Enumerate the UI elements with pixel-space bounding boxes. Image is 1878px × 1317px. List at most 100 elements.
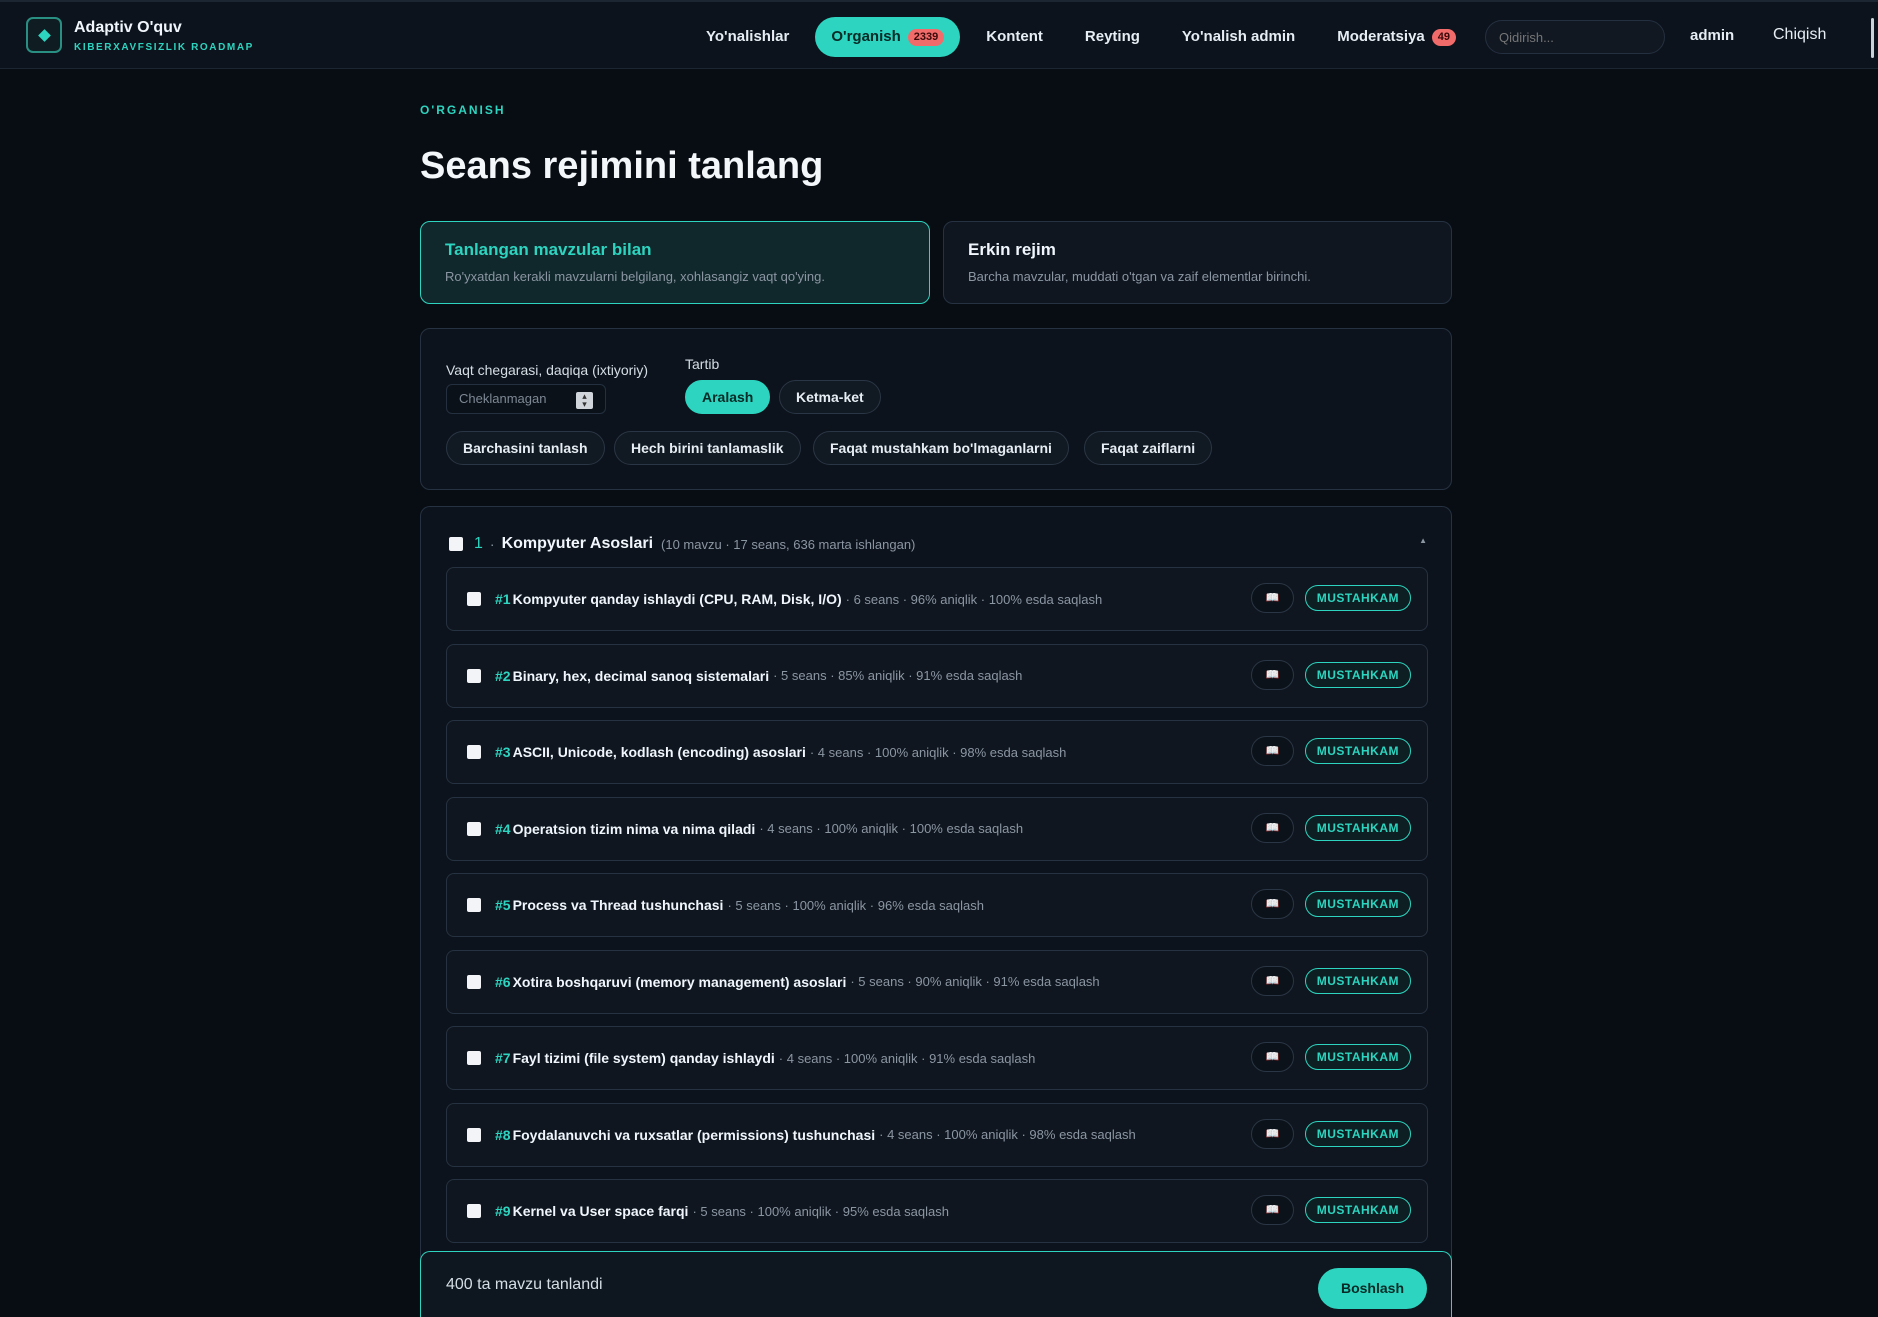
topic-number: #2	[495, 667, 511, 684]
scrollbar[interactable]	[1871, 18, 1874, 58]
topic-row[interactable]: #3 ASCII, Unicode, kodlash (encoding) as…	[446, 720, 1428, 784]
topic-title: Operatsion tizim nima va nima qiladi	[512, 820, 756, 837]
book-icon[interactable]: 📖	[1251, 659, 1294, 690]
mode-description: Ro'yxatdan kerakli mavzularni belgilang,…	[445, 269, 826, 284]
group-number: 1	[474, 535, 483, 552]
start-button[interactable]: Boshlash	[1318, 1268, 1427, 1309]
topic-title: ASCII, Unicode, kodlash (encoding) asosl…	[512, 744, 806, 760]
brand-subtitle: KIBERXAVFSIZLIK ROADMAP	[74, 41, 254, 53]
status-badge: MUSTAHKAM	[1304, 661, 1411, 688]
mode-description: Barcha mavzular, muddati o'tgan va zaif …	[968, 269, 1311, 284]
topic-number: #8	[495, 1126, 511, 1143]
book-icon[interactable]: 📖	[1251, 812, 1294, 843]
topic-number: #9	[495, 1203, 511, 1219]
topic-list: #1 Kompyuter qanday ishlaydi (CPU, RAM, …	[446, 567, 1428, 1256]
nav-item-organish[interactable]: O'rganish 2339	[815, 17, 961, 57]
topic-title: Foydalanuvchi va ruxsatlar (permissions)…	[512, 1126, 876, 1143]
topic-title: Process va Thread tushunchasi	[512, 897, 724, 913]
brand[interactable]: Adaptiv O'quv KIBERXAVFSIZLIK ROADMAP	[26, 17, 254, 53]
book-icon[interactable]: 📖	[1251, 889, 1294, 919]
topic-row[interactable]: #7 Fayl tizimi (file system) qanday ishl…	[446, 1026, 1428, 1090]
topic-title: Kompyuter qanday ishlaydi (CPU, RAM, Dis…	[512, 591, 842, 607]
status-badge: MUSTAHKAM	[1304, 585, 1411, 611]
count-badge: 2339	[907, 28, 945, 46]
book-icon[interactable]: 📖	[1251, 736, 1294, 766]
topic-number: #6	[495, 973, 511, 990]
topic-checkbox[interactable]	[467, 745, 481, 759]
topic-checkbox[interactable]	[467, 592, 481, 606]
book-icon[interactable]: 📖	[1251, 1118, 1294, 1149]
select-not-strong-button[interactable]: Faqat mustahkam bo'lmaganlarni	[813, 431, 1069, 465]
topic-number: #1	[495, 591, 511, 607]
nav-item-moderatsiya[interactable]: Moderatsiya 49	[1321, 17, 1472, 57]
topic-row[interactable]: #6 Xotira boshqaruvi (memory management)…	[446, 949, 1428, 1014]
nav-item-yonalish-admin[interactable]: Yo'nalish admin	[1166, 17, 1311, 57]
topic-meta: · 4 seans · 100% aniqlik · 98% esda saql…	[809, 744, 1067, 760]
topic-row[interactable]: #2 Binary, hex, decimal sanoq sistemalar…	[446, 643, 1428, 708]
book-icon[interactable]: 📖	[1251, 583, 1294, 613]
order-mixed-button[interactable]: Aralash	[685, 380, 771, 414]
mode-title: Tanlangan mavzular bilan	[445, 240, 652, 259]
nav-item-kontent[interactable]: Kontent	[970, 17, 1059, 57]
topic-meta: · 5 seans · 85% aniqlik · 91% esda saqla…	[773, 668, 1023, 683]
topic-row[interactable]: #1 Kompyuter qanday ishlaydi (CPU, RAM, …	[446, 567, 1428, 631]
search-input[interactable]	[1485, 20, 1665, 54]
group-header[interactable]: 1 · Kompyuter Asoslari (10 mavzu · 17 se…	[449, 534, 1427, 554]
nav-item-reyting[interactable]: Reyting	[1069, 17, 1156, 57]
selection-footer: 400 ta mavzu tanlandi Boshlash	[420, 1251, 1452, 1317]
book-icon[interactable]: 📖	[1251, 965, 1294, 996]
topic-meta: · 5 seans · 100% aniqlik · 95% esda saql…	[692, 1203, 949, 1219]
topic-title: Kernel va User space farqi	[512, 1203, 689, 1219]
nav-item-yonalishlar[interactable]: Yo'nalishlar	[690, 17, 805, 57]
topic-meta: · 6 seans · 96% aniqlik · 100% esda saql…	[845, 591, 1103, 607]
topic-row[interactable]: #9 Kernel va User space farqi · 5 seans …	[446, 1179, 1428, 1243]
user-menu[interactable]: admin	[1690, 27, 1734, 44]
topic-checkbox[interactable]	[467, 1127, 481, 1142]
mode-card-selected-topics[interactable]: Tanlangan mavzular bilan Ro'yxatdan kera…	[420, 221, 930, 304]
order-label: Tartib	[685, 356, 720, 372]
book-icon[interactable]: 📖	[1251, 1195, 1294, 1225]
topic-checkbox[interactable]	[467, 668, 481, 683]
mode-card-free[interactable]: Erkin rejim Barcha mavzular, muddati o't…	[943, 221, 1452, 304]
select-all-button[interactable]: Barchasini tanlash	[446, 431, 605, 465]
group-meta: (10 mavzu · 17 seans, 636 marta ishlanga…	[661, 536, 916, 552]
topic-group: 1 · Kompyuter Asoslari (10 mavzu · 17 se…	[420, 506, 1452, 1317]
topic-meta: · 5 seans · 90% aniqlik · 91% esda saqla…	[850, 974, 1100, 989]
select-weak-button[interactable]: Faqat zaiflarni	[1084, 431, 1213, 465]
topic-checkbox[interactable]	[467, 821, 481, 836]
mode-title: Erkin rejim	[968, 240, 1056, 259]
status-badge: MUSTAHKAM	[1304, 1044, 1411, 1070]
count-badge: 49	[1431, 28, 1457, 46]
book-icon[interactable]: 📖	[1251, 1042, 1294, 1072]
group-name: Kompyuter Asoslari	[501, 535, 654, 552]
selected-count: 400 ta mavzu tanlandi	[446, 1276, 603, 1293]
caret-up-icon[interactable]: ▲	[1419, 536, 1427, 545]
topic-title: Fayl tizimi (file system) qanday ishlayd…	[512, 1050, 775, 1066]
topic-meta: · 5 seans · 100% aniqlik · 96% esda saql…	[727, 897, 984, 913]
brand-title: Adaptiv O'quv	[74, 18, 182, 36]
status-badge: MUSTAHKAM	[1304, 967, 1411, 994]
page-eyebrow: O'RGANISH	[420, 103, 506, 117]
topic-checkbox[interactable]	[467, 898, 481, 912]
topic-number: #3	[495, 744, 511, 760]
topic-checkbox[interactable]	[467, 1051, 481, 1065]
session-settings-panel: Vaqt chegarasi, daqiqa (ixtiyoriy) Chekl…	[420, 328, 1452, 490]
time-limit-label: Vaqt chegarasi, daqiqa (ixtiyoriy)	[446, 362, 649, 378]
group-checkbox[interactable]	[449, 537, 463, 551]
time-limit-input[interactable]: Cheklanmagan ▴ ▾	[446, 384, 606, 414]
topic-row[interactable]: #4 Operatsion tizim nima va nima qiladi …	[446, 796, 1428, 861]
topic-meta: · 4 seans · 100% aniqlik · 91% esda saql…	[778, 1050, 1036, 1066]
topic-checkbox[interactable]	[467, 974, 481, 989]
topic-number: #5	[495, 897, 511, 913]
top-navigation-bar: Adaptiv O'quv KIBERXAVFSIZLIK ROADMAP Yo…	[0, 0, 1878, 69]
status-badge: MUSTAHKAM	[1304, 738, 1411, 764]
topic-row[interactable]: #8 Foydalanuvchi va ruxsatlar (permissio…	[446, 1102, 1428, 1167]
spinner-icon[interactable]: ▴ ▾	[576, 392, 593, 409]
topic-number: #4	[495, 820, 511, 837]
select-none-button[interactable]: Hech birini tanlamaslik	[614, 431, 801, 465]
topic-row[interactable]: #5 Process va Thread tushunchasi · 5 sea…	[446, 873, 1428, 937]
topic-meta: · 4 seans · 100% aniqlik · 98% esda saql…	[879, 1127, 1136, 1142]
logout-button[interactable]: Chiqish	[1773, 26, 1826, 44]
order-sequential-button[interactable]: Ketma-ket	[779, 380, 881, 414]
topic-checkbox[interactable]	[467, 1204, 481, 1218]
